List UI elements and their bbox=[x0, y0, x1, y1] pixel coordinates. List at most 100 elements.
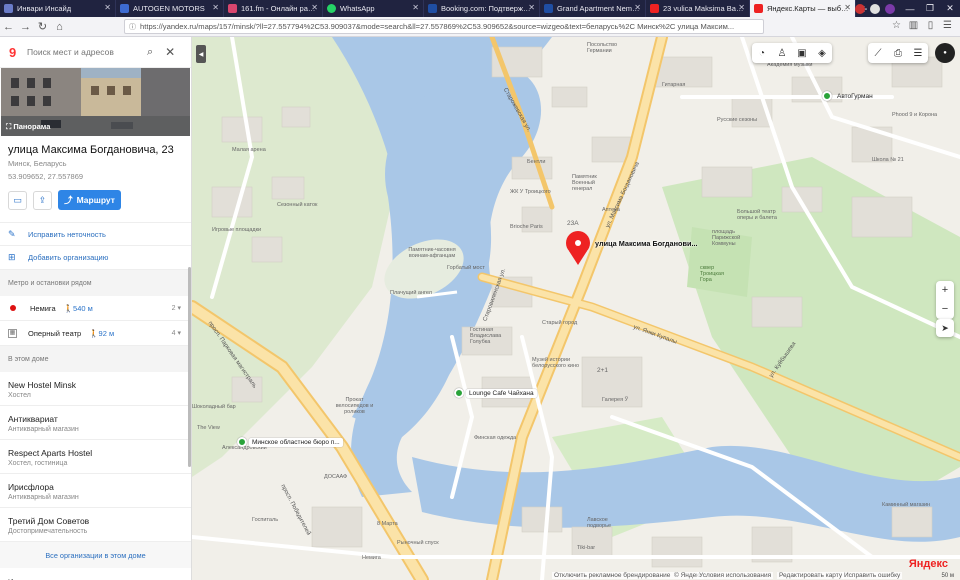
zoom-in-button[interactable]: + bbox=[936, 281, 954, 300]
map-label: Лавское подворье bbox=[587, 517, 612, 529]
close-window-button[interactable]: ✕ bbox=[940, 3, 960, 14]
menu-icon[interactable]: ☰ bbox=[939, 20, 956, 31]
route-button[interactable]: ⤴ Маршрут bbox=[58, 190, 121, 210]
org-list-item[interactable]: Ирисфлора Антикварный магазин bbox=[0, 474, 191, 508]
tab-close-icon[interactable]: ✕ bbox=[738, 3, 745, 12]
transport-icon[interactable]: ▣ bbox=[792, 48, 812, 59]
library-icon[interactable]: ▥ bbox=[905, 20, 922, 31]
search-input[interactable] bbox=[27, 47, 142, 57]
map-label: Brioche Paris bbox=[510, 224, 543, 230]
print-icon[interactable]: ⎙ bbox=[888, 48, 908, 59]
add-organization-link[interactable]: ⊞ Добавить организацию bbox=[0, 246, 191, 270]
minimize-button[interactable]: — bbox=[900, 4, 920, 14]
browser-tab[interactable]: 23 vulica Maksima Bahdano... ✕ bbox=[646, 0, 750, 17]
browser-tab[interactable]: Booking.com: Подтвержден... ✕ bbox=[424, 0, 540, 17]
poi-lounge-cafe[interactable]: Lounge Cafe Чайхана bbox=[454, 388, 537, 398]
org-name: New Hostel Minsk bbox=[8, 380, 77, 390]
yandex-maps-logo-icon[interactable]: 9 bbox=[9, 45, 21, 60]
tab-close-icon[interactable]: ✕ bbox=[844, 3, 851, 12]
share-button[interactable]: ⇪ bbox=[33, 190, 52, 210]
edit-map-link[interactable]: Редактировать карту bbox=[777, 572, 845, 579]
extension-icon[interactable] bbox=[855, 3, 865, 14]
address-subtitle: Минск, Беларусь bbox=[8, 159, 67, 168]
browser-tab[interactable]: 161.fm - Онлайн радио ✕ bbox=[224, 0, 323, 17]
tab-close-icon[interactable]: ✕ bbox=[311, 3, 318, 12]
coordinates-text[interactable]: 53.909652, 27.557869 bbox=[8, 172, 183, 181]
home-icon[interactable]: ⌂ bbox=[51, 21, 68, 33]
menu-icon[interactable]: ☰ bbox=[908, 48, 928, 59]
geolocation-button[interactable]: ➤ bbox=[936, 319, 954, 337]
selected-address-label[interactable]: улица Максима Богданови... bbox=[595, 239, 698, 248]
tab-close-icon[interactable]: ✕ bbox=[528, 3, 535, 12]
tab-label: AUTOGEN MOTORS bbox=[133, 4, 205, 13]
bookmark-button[interactable]: ▭ bbox=[8, 190, 27, 210]
stop-item-nemiga[interactable]: Немига 🚶540 м 2 ▾ bbox=[0, 296, 191, 321]
whatsapp-icon bbox=[327, 4, 336, 13]
browser-tab[interactable]: AUTOGEN MOTORS ✕ bbox=[116, 0, 224, 17]
cafe-icon bbox=[454, 388, 464, 398]
stop-item-opera[interactable]: ▦ Оперный театр 🚶92 м 4 ▾ bbox=[0, 321, 191, 346]
org-list-item[interactable]: Третий Дом Советов Достопримечательность bbox=[0, 508, 191, 542]
panorama-label[interactable]: ⛶ Панорама bbox=[6, 122, 50, 132]
browser-tab[interactable]: WhatsApp ✕ bbox=[323, 0, 424, 17]
close-icon[interactable]: ✕ bbox=[165, 45, 175, 59]
tab-close-icon[interactable]: ✕ bbox=[212, 3, 219, 12]
stop-distance-value: 92 м bbox=[98, 328, 115, 338]
tab-close-icon[interactable]: ✕ bbox=[104, 3, 111, 12]
map-label: Большой театр оперы и балета bbox=[737, 209, 777, 221]
map-label: ДОСААФ bbox=[324, 474, 348, 480]
report-error-link[interactable]: Исправить ошибку bbox=[842, 572, 903, 579]
stop-count[interactable]: 4 ▾ bbox=[172, 329, 181, 337]
all-orgs-link[interactable]: Все организации в этом доме bbox=[0, 542, 191, 568]
bookmark-star-icon[interactable]: ☆ bbox=[888, 20, 905, 31]
reload-icon[interactable]: ↻ bbox=[34, 20, 51, 33]
tab-close-icon[interactable]: ✕ bbox=[634, 3, 641, 12]
stop-distance: 🚶540 м bbox=[63, 303, 93, 313]
poi-bureau[interactable]: Минское областное бюро п... bbox=[237, 437, 343, 447]
browser-toolbar-right: ☆ ▥ ▯ ☰ bbox=[888, 20, 956, 31]
layers-icon[interactable]: ◈ bbox=[812, 48, 832, 59]
browser-tab[interactable]: Grand Apartment Nemiga C... ✕ bbox=[540, 0, 646, 17]
map-label: Гитарная bbox=[662, 82, 686, 88]
org-name: Антиквариат bbox=[8, 414, 58, 424]
map-label: Phood 9 и Корона bbox=[892, 112, 938, 118]
booking-icon bbox=[428, 4, 437, 13]
forward-icon[interactable]: → bbox=[17, 21, 34, 33]
user-avatar[interactable]: ● bbox=[935, 43, 955, 63]
browser-tab[interactable]: Инвари Инсайд ✕ bbox=[0, 0, 116, 17]
info-icon[interactable]: ⓘ bbox=[129, 22, 136, 32]
office-icon bbox=[237, 437, 247, 447]
panorama-text: Панорама bbox=[13, 122, 51, 131]
traffic-icon[interactable]: ◔ bbox=[752, 48, 772, 59]
org-list-item[interactable]: Антиквариат Антикварный магазин bbox=[0, 406, 191, 440]
zoom-out-button[interactable]: − bbox=[936, 300, 954, 319]
sidebar-scrollbar[interactable] bbox=[188, 267, 191, 467]
extension-icon[interactable] bbox=[885, 3, 895, 14]
map-canvas[interactable]: Малая арена Сезонный каток Игровые площа… bbox=[192, 37, 960, 580]
search-icon[interactable]: ⌕ bbox=[147, 46, 153, 59]
fix-error-link[interactable]: ✎ Исправить неточность bbox=[0, 222, 191, 246]
collapse-sidebar-button[interactable]: ◀ bbox=[196, 45, 206, 63]
tab-label: 23 vulica Maksima Bahdano... bbox=[663, 4, 744, 13]
yandex-logo: Яндекс bbox=[908, 558, 948, 570]
ruler-icon[interactable]: ⟋ bbox=[868, 48, 888, 59]
sidebar-icon[interactable]: ▯ bbox=[922, 20, 939, 31]
maximize-button[interactable]: ❐ bbox=[920, 3, 940, 14]
org-list-item[interactable]: Respect Aparts Hostel Хостел, гостиница bbox=[0, 440, 191, 474]
url-bar[interactable]: ⓘ https://yandex.ru/maps/157/minsk/?ll=2… bbox=[124, 19, 764, 34]
map-label: 8 Марта bbox=[377, 521, 398, 527]
route-icon: ⤴ bbox=[64, 195, 73, 205]
org-list-item[interactable]: New Hostel Minsk Хостел bbox=[0, 372, 191, 406]
panorama-layer-icon[interactable]: ♙ bbox=[772, 48, 792, 59]
disable-branding-link[interactable]: Отключить рекламное брендирование bbox=[552, 572, 673, 579]
street-photo[interactable]: ⛶ Панорама bbox=[1, 68, 190, 136]
map-label: Малая арена bbox=[232, 147, 266, 153]
back-icon[interactable]: ← bbox=[0, 21, 17, 33]
stop-count[interactable]: 2 ▾ bbox=[172, 304, 181, 312]
poi-avtogurman[interactable]: АвтоГурман bbox=[822, 91, 876, 101]
terms-link[interactable]: Условия использования bbox=[697, 572, 774, 579]
tab-close-icon[interactable]: ✕ bbox=[412, 3, 419, 12]
browser-tab-active[interactable]: Яндекс.Карты — выбирайт... ✕ bbox=[750, 0, 856, 17]
bookmark-icon: ▭ bbox=[13, 194, 22, 205]
extension-icon[interactable] bbox=[870, 3, 880, 14]
